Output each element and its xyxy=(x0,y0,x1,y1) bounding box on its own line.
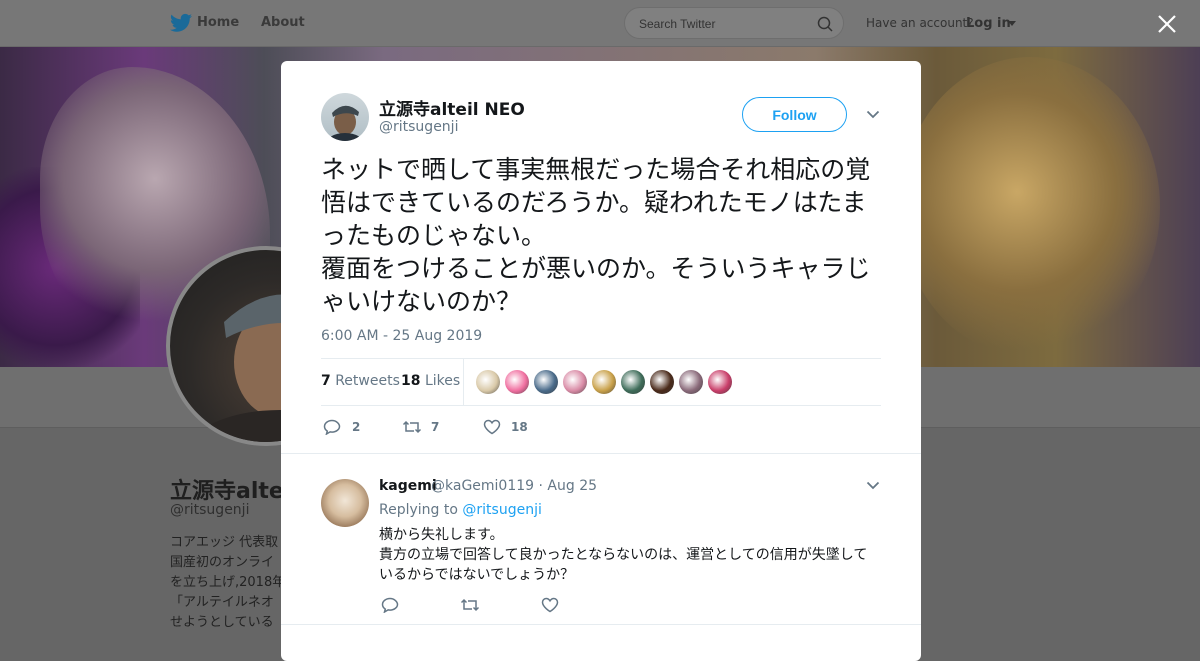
nav-about-link[interactable]: About xyxy=(261,15,305,30)
reply-author-name[interactable]: kagemi xyxy=(379,478,437,494)
liker-avatar[interactable] xyxy=(505,370,529,394)
liker-avatar[interactable] xyxy=(679,370,703,394)
retweets-count: 7 xyxy=(321,373,331,389)
reply-count: 2 xyxy=(352,420,361,434)
author-handle[interactable]: @ritsugenji xyxy=(379,119,458,135)
liker-avatar[interactable] xyxy=(534,370,558,394)
close-icon[interactable] xyxy=(1156,13,1178,35)
profile-name: 立源寺alteil xyxy=(170,479,299,504)
profile-bio-line: コアエッジ 代表取 xyxy=(170,535,279,550)
retweets-label: Retweets xyxy=(335,373,400,389)
chevron-down-icon[interactable] xyxy=(866,110,880,119)
profile-bio-line: せようとしている xyxy=(170,615,274,630)
follow-button[interactable]: Follow xyxy=(742,97,847,132)
divider xyxy=(321,358,881,359)
search-icon[interactable] xyxy=(817,16,833,32)
tweet-modal: 立源寺alteil NEO @ritsugenji Follow ネットで晒して… xyxy=(281,61,921,661)
retweets-stat[interactable]: 7 Retweets xyxy=(321,373,400,389)
author-name[interactable]: 立源寺alteil NEO xyxy=(379,95,525,120)
top-navigation: Home About Have an account? Log in xyxy=(0,0,1200,47)
reply-author-avatar[interactable] xyxy=(321,479,369,527)
like-count: 18 xyxy=(511,420,528,434)
retweet-icon[interactable] xyxy=(460,597,480,613)
tweet-timestamp[interactable]: 6:00 AM - 25 Aug 2019 xyxy=(321,328,482,344)
login-caret-icon[interactable] xyxy=(1008,21,1016,26)
author-avatar-photo xyxy=(326,105,364,141)
likes-count: 18 xyxy=(401,373,421,389)
login-link[interactable]: Log in xyxy=(966,16,1011,31)
reply-icon[interactable] xyxy=(381,597,399,613)
author-avatar[interactable] xyxy=(321,93,369,141)
retweet-icon[interactable] xyxy=(402,419,422,435)
search-box[interactable] xyxy=(624,7,844,40)
liker-avatar[interactable] xyxy=(592,370,616,394)
profile-bio: コアエッジ 代表取 国産初のオンライ を立ち上げ,2018年 「アルテイルネオ … xyxy=(170,533,290,633)
heart-icon[interactable] xyxy=(541,597,559,613)
replying-to-link[interactable]: @ritsugenji xyxy=(462,502,541,518)
nav-home-link[interactable]: Home xyxy=(197,15,239,30)
profile-handle: @ritsugenji xyxy=(170,502,250,518)
profile-bio-line: 国産初のオンライ xyxy=(170,555,275,570)
divider xyxy=(321,405,881,406)
liker-avatar[interactable] xyxy=(708,370,732,394)
profile-bio-line: 「アルテイルネオ xyxy=(170,595,274,610)
divider xyxy=(281,624,921,625)
profile-bio-line: を立ち上げ,2018年 xyxy=(170,575,282,590)
retweet-count: 7 xyxy=(431,420,440,434)
likes-stat[interactable]: 18 Likes xyxy=(401,373,460,389)
liker-avatar[interactable] xyxy=(621,370,645,394)
divider xyxy=(281,453,921,454)
replying-to: Replying to @ritsugenji xyxy=(379,502,542,518)
liker-avatar[interactable] xyxy=(476,370,500,394)
tweet-text: ネットで晒して事実無根だった場合それ相応の覚悟はできているのだろうか。疑われたモ… xyxy=(321,155,871,316)
liker-avatar[interactable] xyxy=(563,370,587,394)
liker-avatar[interactable] xyxy=(650,370,674,394)
likes-label: Likes xyxy=(424,373,461,389)
replying-prefix: Replying to xyxy=(379,502,458,518)
twitter-bird-icon[interactable] xyxy=(170,13,192,33)
divider xyxy=(463,359,464,405)
reply-author-handle-date[interactable]: @kaGemi0119 · Aug 25 xyxy=(431,478,597,494)
reply-date[interactable]: · Aug 25 xyxy=(539,478,598,494)
heart-icon[interactable] xyxy=(483,419,501,435)
account-prompt: Have an account? xyxy=(866,16,974,30)
reply-author-handle[interactable]: @kaGemi0119 xyxy=(431,478,534,494)
search-input[interactable] xyxy=(637,8,811,40)
chevron-down-icon[interactable] xyxy=(866,481,880,490)
reply-text: 横から失礼します。 貴方の立場で回答して良かったとならないのは、運営としての信用… xyxy=(379,527,868,583)
reply-icon[interactable] xyxy=(323,419,341,435)
